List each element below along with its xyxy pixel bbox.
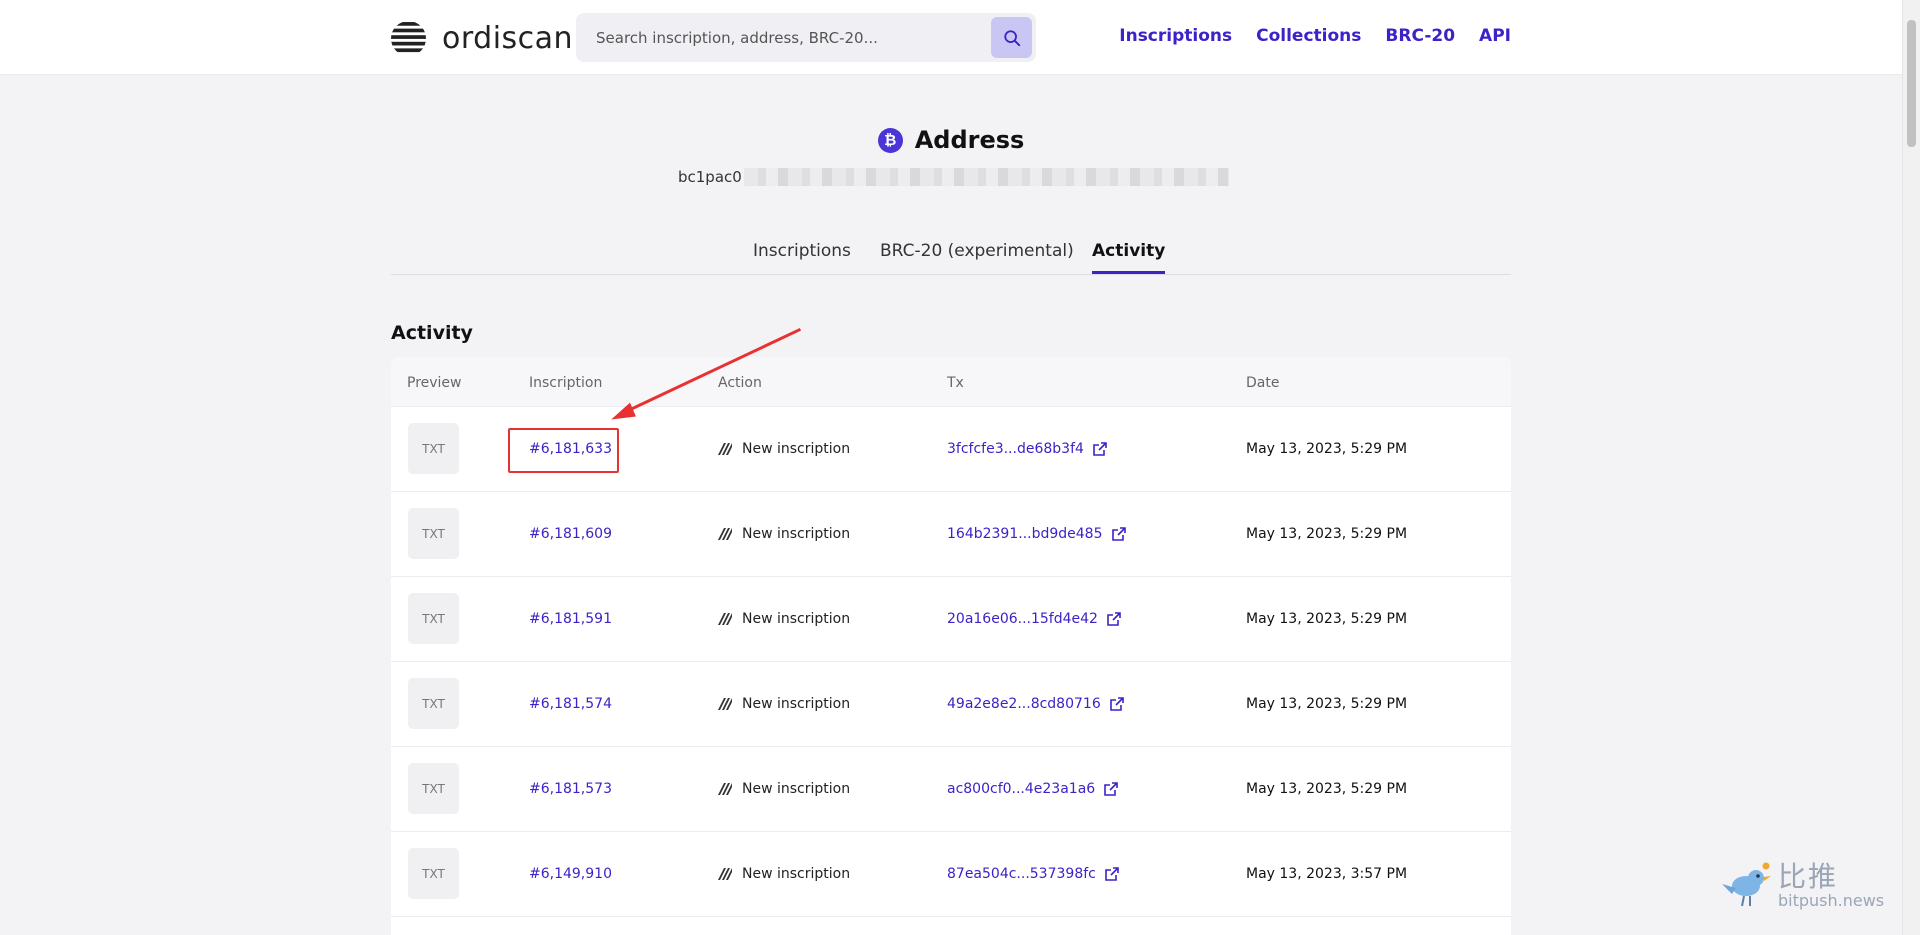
inscription-action-icon (718, 613, 732, 625)
action-label: New inscription (742, 611, 851, 627)
inscription-action-icon (718, 698, 732, 710)
nav-inscriptions[interactable]: Inscriptions (1119, 26, 1232, 46)
search-icon (1003, 29, 1020, 46)
external-link-icon[interactable] (1109, 696, 1125, 712)
action-cell: New inscription (718, 696, 850, 712)
inscription-preview[interactable]: TXT (408, 763, 459, 814)
column-header-preview: Preview (407, 375, 462, 391)
date-cell: May 13, 2023, 5:29 PM (1246, 696, 1408, 712)
date-cell: May 13, 2023, 5:29 PM (1246, 611, 1408, 627)
nav-brc20[interactable]: BRC-20 (1385, 26, 1455, 46)
table-row: TXT #6,181,591 New inscription 20a16e06.… (391, 577, 1511, 662)
inscription-link[interactable]: #6,149,910 (529, 866, 612, 882)
action-cell: New inscription (718, 441, 850, 457)
action-label: New inscription (742, 866, 851, 882)
inscription-action-icon (718, 868, 732, 880)
date-cell: May 13, 2023, 5:29 PM (1246, 526, 1408, 542)
action-cell: New inscription (718, 526, 850, 542)
inscription-preview[interactable]: TXT (408, 508, 459, 559)
external-link-icon[interactable] (1106, 611, 1122, 627)
action-label: New inscription (742, 696, 851, 712)
bird-icon (1722, 862, 1771, 907)
external-link-icon[interactable] (1111, 526, 1127, 542)
tx-cell: 3fcfcfe3...de68b3f4 (947, 441, 1108, 457)
inscription-action-icon (718, 783, 732, 795)
search-button[interactable] (991, 17, 1032, 58)
tab-inscriptions[interactable]: Inscriptions (753, 241, 851, 271)
date-cell: May 13, 2023, 5:29 PM (1246, 441, 1408, 457)
logo[interactable]: ordiscan (391, 18, 573, 58)
inscription-link[interactable]: #6,181,573 (529, 781, 612, 797)
page-title: Address (914, 126, 1025, 154)
inscription-link[interactable]: #6,181,609 (529, 526, 612, 542)
tx-cell: 87ea504c...537398fc (947, 866, 1120, 882)
watermark-en: bitpush.news (1778, 891, 1885, 910)
action-label: New inscription (742, 441, 851, 457)
inscription-link[interactable]: #6,181,574 (529, 696, 612, 712)
watermark-text: 比推 bitpush.news (1778, 862, 1884, 910)
scrollbar-thumb[interactable] (1907, 20, 1916, 147)
inscription-link[interactable]: #6,181,591 (529, 611, 612, 627)
top-header: ordiscan Inscriptions Collections BRC-20… (0, 0, 1902, 75)
highlight-box (508, 428, 619, 473)
action-cell: New inscription (718, 611, 850, 627)
search-bar (576, 13, 1036, 62)
external-link-icon[interactable] (1104, 866, 1120, 882)
tx-cell: 20a16e06...15fd4e42 (947, 611, 1122, 627)
external-link-icon[interactable] (1103, 781, 1119, 797)
tab-brc20-experimental[interactable]: BRC-20 (experimental) (880, 241, 1074, 271)
main-nav: Inscriptions Collections BRC-20 API (1119, 26, 1511, 46)
bitcoin-icon: ₿ (877, 127, 903, 153)
column-header-date: Date (1246, 375, 1280, 391)
address-text: bc1pac0 (678, 168, 742, 186)
date-cell: May 13, 2023, 5:29 PM (1246, 781, 1408, 797)
external-link-icon[interactable] (1092, 441, 1108, 457)
tx-link[interactable]: 87ea504c...537398fc (947, 866, 1096, 882)
date-cell: May 13, 2023, 3:57 PM (1246, 866, 1408, 882)
inscription-preview[interactable]: TXT (408, 678, 459, 729)
action-cell: New inscription (718, 781, 850, 797)
inscription-preview[interactable]: TXT (408, 593, 459, 644)
watermark-cn: 比推 (1778, 860, 1839, 893)
watermark: 比推 bitpush.news (1720, 862, 1884, 910)
table-row: TXT #6,181,574 New inscription 49a2e8e2.… (391, 662, 1511, 747)
action-label: New inscription (742, 781, 851, 797)
column-header-inscription: Inscription (529, 375, 603, 391)
tx-link[interactable]: 20a16e06...15fd4e42 (947, 611, 1098, 627)
section-title: Activity (391, 322, 473, 344)
tx-cell: 164b2391...bd9de485 (947, 526, 1127, 542)
nav-api[interactable]: API (1479, 26, 1511, 46)
tx-link[interactable]: 3fcfcfe3...de68b3f4 (947, 441, 1084, 457)
logo-text: ordiscan (442, 20, 574, 56)
tab-bar: Inscriptions BRC-20 (experimental) Activ… (391, 237, 1511, 275)
tx-cell: ac800cf0...4e23a1a6 (947, 781, 1119, 797)
tx-cell: 49a2e8e2...8cd80716 (947, 696, 1125, 712)
tx-link[interactable]: 49a2e8e2...8cd80716 (947, 696, 1101, 712)
search-input[interactable] (576, 13, 991, 62)
action-cell: New inscription (718, 866, 850, 882)
tx-link[interactable]: ac800cf0...4e23a1a6 (947, 781, 1095, 797)
table-row: TXT #6,149,910 New inscription 87ea504c.… (391, 832, 1511, 917)
address-redacted (743, 168, 1229, 186)
page-scrollbar[interactable] (1902, 0, 1920, 935)
table-header: Preview Inscription Action Tx Date (391, 357, 1511, 407)
address-line: bc1pac0 (678, 168, 1229, 186)
table-row: TXT #6,181,573 New inscription ac800cf0.… (391, 747, 1511, 832)
page-header: ₿ Address (0, 126, 1902, 154)
inscription-preview[interactable]: TXT (408, 848, 459, 899)
inscription-preview[interactable]: TXT (408, 423, 459, 474)
tx-link[interactable]: 164b2391...bd9de485 (947, 526, 1103, 542)
logo-icon (391, 21, 426, 52)
inscription-action-icon (718, 528, 732, 540)
action-label: New inscription (742, 526, 851, 542)
tab-activity[interactable]: Activity (1092, 241, 1166, 274)
table-row: TXT #6,181,609 New inscription 164b2391.… (391, 492, 1511, 577)
nav-collections[interactable]: Collections (1256, 26, 1361, 46)
inscription-action-icon (718, 443, 732, 455)
column-header-tx: Tx (947, 375, 964, 391)
column-header-action: Action (718, 375, 762, 391)
